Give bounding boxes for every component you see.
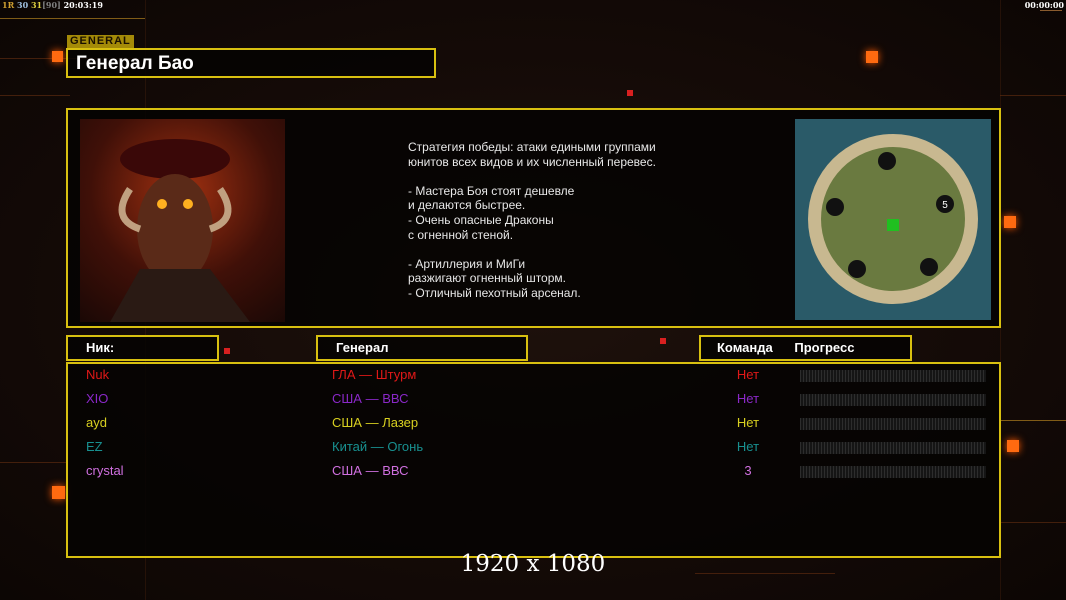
player-nick: EZ: [86, 439, 103, 454]
general-portrait: [80, 119, 285, 322]
hud-stats: 1R 30 31[90] 20:03:19: [2, 0, 103, 10]
clock: 20:03:19: [63, 0, 103, 10]
player-team: Нет: [736, 367, 760, 382]
player-general: США — ВВС: [332, 463, 409, 478]
progress-bar: [800, 394, 986, 406]
progress-bar: [800, 370, 986, 382]
map-player-marker: 5: [942, 200, 948, 211]
section-tag: GENERAL: [67, 35, 134, 48]
player-nick: ayd: [86, 415, 107, 430]
strategy-description: Стратегия победы: атаки едиными группами…: [408, 140, 656, 300]
map-preview[interactable]: 5: [795, 119, 991, 320]
player-general: США — Лазер: [332, 415, 419, 430]
player-nick: crystal: [86, 463, 124, 478]
column-header-progress[interactable]: Прогресс: [794, 340, 854, 355]
player-team: Нет: [736, 415, 760, 430]
player-nick: Nuk: [86, 367, 110, 382]
player-row[interactable]: EZ Китай — Огонь Нет: [68, 439, 998, 459]
player-row[interactable]: XIO США — ВВС Нет: [68, 391, 998, 411]
player-general: Китай — Огонь: [332, 439, 424, 454]
player-row[interactable]: crystal США — ВВС 3: [68, 463, 998, 483]
progress-bar: [800, 466, 986, 478]
column-header-nick[interactable]: Ник:: [66, 335, 219, 361]
player-row[interactable]: Nuk ГЛА — Штурм Нет: [68, 367, 998, 387]
player-row[interactable]: ayd США — Лазер Нет: [68, 415, 998, 435]
player-team: Нет: [736, 439, 760, 454]
player-general: США — ВВС: [332, 391, 409, 406]
player-team: 3: [744, 463, 752, 478]
general-info-panel: Стратегия победы: атаки едиными группами…: [66, 108, 1001, 328]
player-team: Нет: [736, 391, 760, 406]
column-header-team[interactable]: Команда: [717, 340, 773, 355]
column-header-team-progress: Команда Прогресс: [699, 335, 912, 361]
player-nick: XIO: [86, 391, 109, 406]
general-title: Генерал Бао: [66, 48, 436, 78]
player-general: ГЛА — Штурм: [332, 367, 417, 382]
resolution-label: 1920 x 1080: [460, 551, 606, 577]
players-table: Nuk ГЛА — Штурм Нет XIO США — ВВС Нет ay…: [66, 362, 1001, 558]
column-header-general[interactable]: Генерал: [316, 335, 528, 361]
game-timer: 00:00:00: [1024, 0, 1064, 10]
progress-bar: [800, 418, 986, 430]
progress-bar: [800, 442, 986, 454]
